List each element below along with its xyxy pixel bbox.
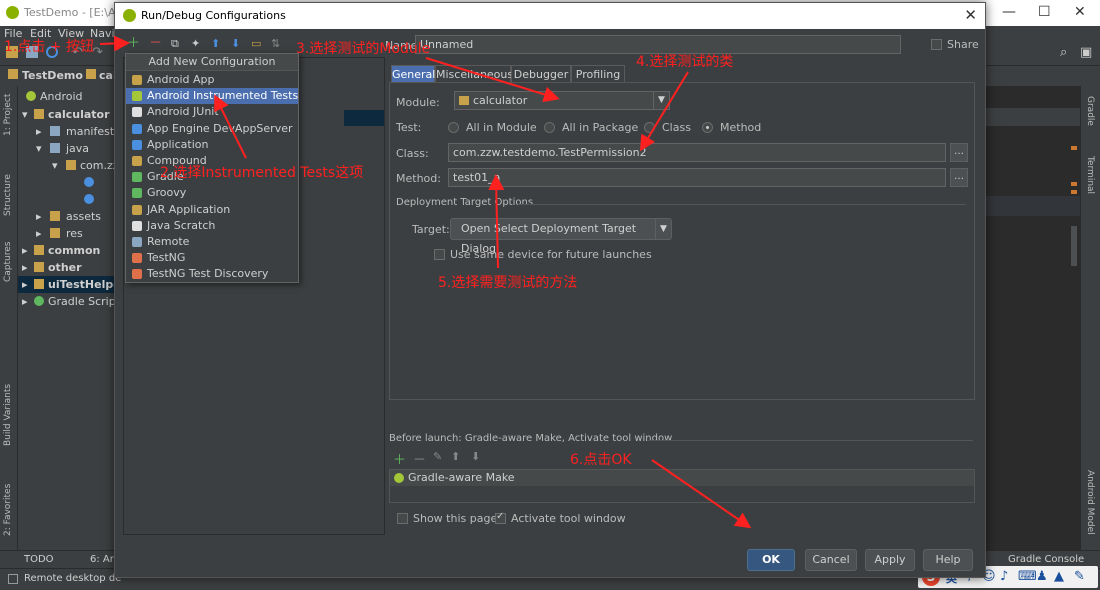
arrow-step4 — [639, 71, 689, 152]
arrow-step1 — [99, 35, 130, 52]
arrow-step3 — [425, 57, 560, 103]
arrow-step5 — [488, 174, 505, 269]
arrow-step6 — [651, 459, 752, 529]
annotation-arrows — [99, 35, 752, 529]
arrow-step2 — [214, 94, 247, 159]
